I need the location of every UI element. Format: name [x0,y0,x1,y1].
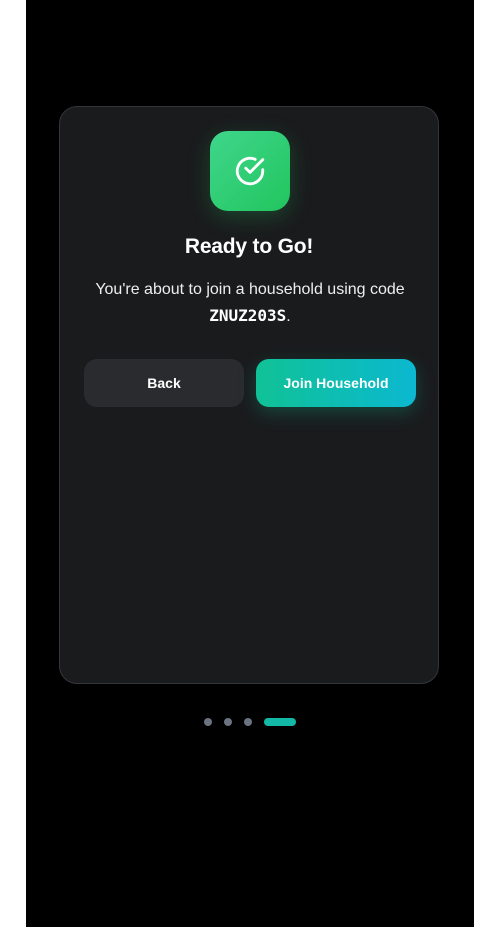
household-code: ZNUZ203S [209,306,287,325]
step-dot-1 [204,718,212,726]
step-dot-3 [244,718,252,726]
check-circle-icon [235,156,265,186]
step-dot-4 [264,718,296,726]
page-title: Ready to Go! [184,235,314,258]
join-household-button[interactable]: Join Household [256,359,416,407]
back-button-label: Back [147,375,181,391]
app-screen: Ready to Go! You're about to join a hous… [26,0,474,927]
description-text: You're about to join a household using c… [95,281,405,298]
description-end: . [286,308,291,325]
back-button[interactable]: Back [84,359,244,407]
success-badge [210,131,290,211]
step-dot-2 [224,718,232,726]
join-household-button-label: Join Household [283,375,389,391]
join-description: You're about to join a household using c… [80,277,420,330]
step-indicator [26,718,474,726]
join-confirmation-card: Ready to Go! You're about to join a hous… [59,106,439,684]
